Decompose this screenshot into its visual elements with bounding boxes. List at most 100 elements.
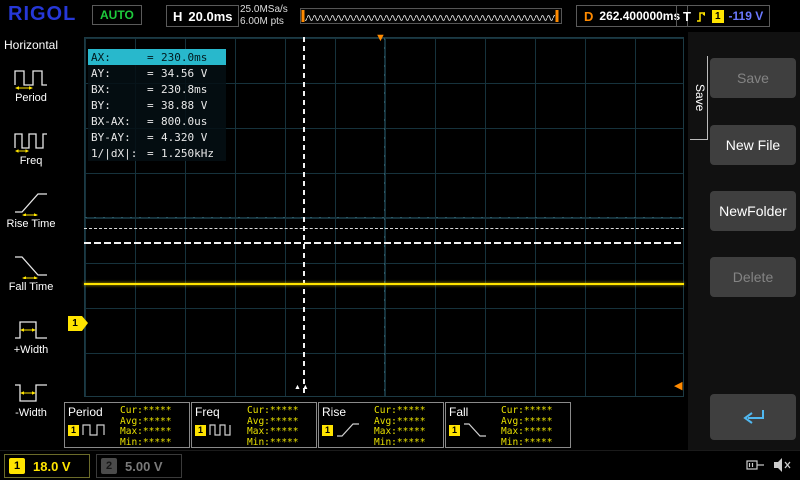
channel-badge: 1 [449, 425, 460, 436]
delay-waveform-indicator[interactable] [300, 8, 562, 24]
ch2-badge: 2 [101, 458, 117, 474]
rigol-logo: RIGOL [8, 3, 76, 26]
cursor-row-ay: AY: = 34.56 V [88, 65, 226, 81]
meas-max: Max:***** [374, 427, 440, 438]
meas-min: Min:***** [120, 438, 186, 449]
neg-width-icon [13, 379, 49, 405]
cursor-row-by-ay: BY-AY: = 4.320 V [88, 129, 226, 145]
save-button[interactable]: Save [710, 58, 796, 98]
delay-value: 262.400000ms [599, 9, 680, 23]
memory-depth: 6.00M pts [240, 16, 288, 28]
status-icons [745, 457, 792, 473]
ch1-badge: 1 [9, 458, 25, 474]
sidebar-title: Horizontal [0, 38, 62, 52]
sample-rate: 25.0MSa/s [240, 4, 288, 16]
measurement-bar: Period 1 Cur:***** Avg:***** Max:***** M… [64, 402, 571, 450]
measurement-name: Rise [322, 405, 374, 419]
trigger-readout[interactable]: T 1 -119 V [676, 5, 770, 27]
sidebar-item-label: -Width [15, 407, 47, 419]
horizontal-menu-sidebar: Horizontal Period Freq Rise Time Fa [0, 32, 62, 450]
ch1-trace [84, 283, 684, 285]
measurement-rise[interactable]: Rise 1 Cur:***** Avg:***** Max:***** Min… [318, 402, 444, 448]
cursor-ay-line[interactable] [84, 228, 684, 229]
ch2-status[interactable]: 2 5.00 V [96, 454, 182, 478]
sidebar-item-rise-time[interactable]: Rise Time [0, 178, 62, 241]
t-label: T [683, 9, 691, 24]
save-menu-panel: Save Save New File NewFolder Delete [688, 32, 800, 450]
meas-cur: Cur:***** [501, 406, 567, 417]
sidebar-item-label: Rise Time [7, 218, 56, 230]
trigger-slope-icon [696, 10, 707, 23]
freq-icon [13, 127, 49, 153]
trigger-level-value: -119 V [729, 9, 764, 23]
sidebar-item-label: +Width [14, 344, 49, 356]
acquisition-info: 25.0MSa/s 6.00M pts [240, 4, 288, 28]
measurement-period[interactable]: Period 1 Cur:***** Avg:***** Max:***** M… [64, 402, 190, 448]
channel-badge: 1 [322, 425, 333, 436]
delay-waveform-icon [301, 9, 559, 23]
usb-icon [745, 457, 765, 473]
sidebar-item-pos-width[interactable]: +Width [0, 304, 62, 367]
sidebar-item-label: Fall Time [9, 281, 54, 293]
channel-badge: 1 [68, 425, 79, 436]
cursor-row-inv-dx: 1/|dX|: = 1.250kHz [88, 145, 226, 161]
top-bar: RIGOL AUTO H 20.0ms 25.0MSa/s 6.00M pts … [0, 0, 800, 32]
ch1-status[interactable]: 1 18.0 V [4, 454, 90, 478]
status-bar: 1 18.0 V 2 5.00 V [0, 450, 800, 480]
cursor-row-ax: AX: = 230.0ms [88, 49, 226, 65]
trigger-channel-badge: 1 [712, 10, 724, 23]
meas-cur: Cur:***** [374, 406, 440, 417]
sidebar-item-freq[interactable]: Freq [0, 115, 62, 178]
new-file-button[interactable]: New File [710, 125, 796, 165]
sidebar-item-period[interactable]: Period [0, 52, 62, 115]
meas-cur: Cur:***** [247, 406, 313, 417]
speaker-muted-icon [773, 457, 792, 473]
measurement-name: Fall [449, 405, 501, 419]
cursor-ax-bx-line[interactable] [303, 37, 305, 397]
d-label: D [584, 9, 593, 24]
menu-tab-save: Save [690, 56, 708, 140]
sidebar-item-label: Freq [20, 155, 43, 167]
sidebar-item-neg-width[interactable]: -Width [0, 367, 62, 430]
horizontal-timebase-readout[interactable]: H 20.0ms [166, 5, 239, 27]
meas-period-icon [82, 422, 106, 438]
pos-width-icon [13, 316, 49, 342]
meas-min: Min:***** [374, 438, 440, 449]
trigger-level-icon[interactable]: ◀ [674, 379, 682, 392]
cursor-row-by: BY: = 38.88 V [88, 97, 226, 113]
measurement-freq[interactable]: Freq 1 Cur:***** Avg:***** Max:***** Min… [191, 402, 317, 448]
channel-badge: 1 [195, 425, 206, 436]
period-icon [13, 64, 49, 90]
meas-freq-icon [209, 422, 233, 438]
measurement-name: Period [68, 405, 120, 419]
ch1-scale: 18.0 V [33, 459, 71, 474]
meas-cur: Cur:***** [120, 406, 186, 417]
meas-max: Max:***** [247, 427, 313, 438]
cursor-feet-icon: ▲▲ [294, 384, 310, 391]
cursor-measurement-panel: AX: = 230.0ms AY: = 34.56 V BX: = 230.8m… [88, 49, 226, 161]
ch2-scale: 5.00 V [125, 459, 163, 474]
cursor-by-line[interactable] [84, 242, 684, 244]
return-arrow-icon [737, 406, 769, 428]
run-mode-badge[interactable]: AUTO [92, 5, 142, 25]
back-button[interactable] [710, 394, 796, 440]
cursor-row-bx: BX: = 230.8ms [88, 81, 226, 97]
timebase-value: 20.0ms [188, 9, 232, 24]
trigger-position-icon[interactable]: ▼ [375, 32, 386, 44]
h-label: H [173, 9, 182, 24]
delete-button[interactable]: Delete [710, 257, 796, 297]
waveform-display: AX: = 230.0ms AY: = 34.56 V BX: = 230.8m… [62, 32, 688, 402]
sidebar-item-fall-time[interactable]: Fall Time [0, 241, 62, 304]
sidebar-item-label: Period [15, 92, 47, 104]
measurement-fall[interactable]: Fall 1 Cur:***** Avg:***** Max:***** Min… [445, 402, 571, 448]
cursor-row-bx-ax: BX-AX: = 800.0us [88, 113, 226, 129]
delay-readout[interactable]: D 262.400000ms [576, 5, 688, 27]
meas-max: Max:***** [501, 427, 567, 438]
rise-time-icon [13, 190, 49, 216]
fall-time-icon [13, 253, 49, 279]
new-folder-button[interactable]: NewFolder [710, 191, 796, 231]
ch1-marker-icon[interactable]: 1 [68, 316, 82, 331]
meas-min: Min:***** [247, 438, 313, 449]
meas-fall-icon [463, 422, 487, 438]
measurement-name: Freq [195, 405, 247, 419]
